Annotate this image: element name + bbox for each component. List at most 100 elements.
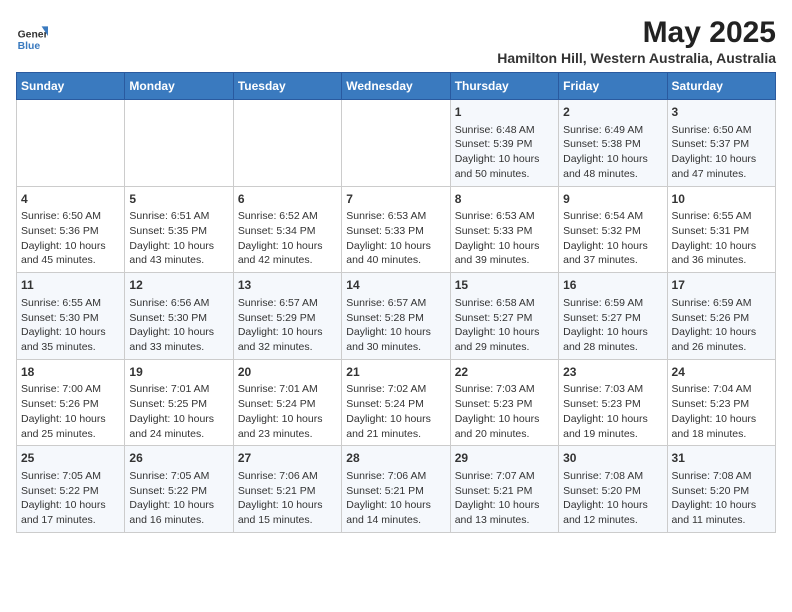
day-info: Daylight: 10 hours and 26 minutes.	[672, 325, 771, 354]
title-area: May 2025 Hamilton Hill, Western Australi…	[497, 16, 776, 66]
day-number: 17	[672, 277, 771, 294]
day-info: Sunset: 5:33 PM	[346, 224, 445, 239]
svg-text:Blue: Blue	[18, 41, 41, 52]
day-number: 27	[238, 450, 337, 467]
day-number: 18	[21, 364, 120, 381]
day-info: Sunrise: 7:08 AM	[563, 469, 662, 484]
day-info: Sunset: 5:20 PM	[672, 484, 771, 499]
day-info: Sunset: 5:30 PM	[129, 311, 228, 326]
day-info: Sunrise: 6:52 AM	[238, 209, 337, 224]
day-info: Daylight: 10 hours and 29 minutes.	[455, 325, 554, 354]
day-info: Sunset: 5:20 PM	[563, 484, 662, 499]
calendar-cell: 20Sunrise: 7:01 AMSunset: 5:24 PMDayligh…	[233, 359, 341, 446]
calendar-cell: 16Sunrise: 6:59 AMSunset: 5:27 PMDayligh…	[559, 273, 667, 360]
day-info: Sunset: 5:23 PM	[563, 397, 662, 412]
day-info: Sunrise: 6:51 AM	[129, 209, 228, 224]
day-info: Sunrise: 7:08 AM	[672, 469, 771, 484]
day-info: Sunset: 5:25 PM	[129, 397, 228, 412]
day-info: Sunrise: 7:07 AM	[455, 469, 554, 484]
column-header-tuesday: Tuesday	[233, 73, 341, 100]
calendar-cell: 11Sunrise: 6:55 AMSunset: 5:30 PMDayligh…	[17, 273, 125, 360]
day-info: Daylight: 10 hours and 45 minutes.	[21, 239, 120, 268]
calendar-cell	[233, 100, 341, 187]
calendar-cell: 13Sunrise: 6:57 AMSunset: 5:29 PMDayligh…	[233, 273, 341, 360]
day-number: 13	[238, 277, 337, 294]
calendar-table: SundayMondayTuesdayWednesdayThursdayFrid…	[16, 72, 776, 533]
calendar-cell: 5Sunrise: 6:51 AMSunset: 5:35 PMDaylight…	[125, 186, 233, 273]
day-info: Sunrise: 7:05 AM	[21, 469, 120, 484]
day-info: Daylight: 10 hours and 43 minutes.	[129, 239, 228, 268]
day-info: Sunrise: 7:01 AM	[129, 382, 228, 397]
day-info: Sunset: 5:22 PM	[21, 484, 120, 499]
day-info: Sunrise: 6:55 AM	[672, 209, 771, 224]
week-row-4: 18Sunrise: 7:00 AMSunset: 5:26 PMDayligh…	[17, 359, 776, 446]
column-header-saturday: Saturday	[667, 73, 775, 100]
calendar-cell: 18Sunrise: 7:00 AMSunset: 5:26 PMDayligh…	[17, 359, 125, 446]
day-number: 21	[346, 364, 445, 381]
calendar-cell: 21Sunrise: 7:02 AMSunset: 5:24 PMDayligh…	[342, 359, 450, 446]
day-number: 29	[455, 450, 554, 467]
calendar-cell: 19Sunrise: 7:01 AMSunset: 5:25 PMDayligh…	[125, 359, 233, 446]
logo: General Blue	[16, 20, 48, 52]
day-info: Sunset: 5:24 PM	[238, 397, 337, 412]
week-row-3: 11Sunrise: 6:55 AMSunset: 5:30 PMDayligh…	[17, 273, 776, 360]
day-info: Sunset: 5:23 PM	[672, 397, 771, 412]
day-info: Sunrise: 7:06 AM	[346, 469, 445, 484]
location-subtitle: Hamilton Hill, Western Australia, Austra…	[497, 50, 776, 66]
day-number: 26	[129, 450, 228, 467]
calendar-cell: 31Sunrise: 7:08 AMSunset: 5:20 PMDayligh…	[667, 446, 775, 533]
day-number: 20	[238, 364, 337, 381]
day-info: Sunrise: 6:59 AM	[563, 296, 662, 311]
day-info: Sunrise: 7:02 AM	[346, 382, 445, 397]
day-info: Sunrise: 6:48 AM	[455, 123, 554, 138]
day-info: Sunrise: 6:59 AM	[672, 296, 771, 311]
week-row-5: 25Sunrise: 7:05 AMSunset: 5:22 PMDayligh…	[17, 446, 776, 533]
day-info: Sunrise: 7:04 AM	[672, 382, 771, 397]
day-info: Sunset: 5:27 PM	[563, 311, 662, 326]
day-info: Daylight: 10 hours and 50 minutes.	[455, 152, 554, 181]
week-row-2: 4Sunrise: 6:50 AMSunset: 5:36 PMDaylight…	[17, 186, 776, 273]
day-info: Daylight: 10 hours and 23 minutes.	[238, 412, 337, 441]
day-info: Daylight: 10 hours and 47 minutes.	[672, 152, 771, 181]
day-info: Daylight: 10 hours and 36 minutes.	[672, 239, 771, 268]
day-number: 15	[455, 277, 554, 294]
day-info: Sunrise: 6:49 AM	[563, 123, 662, 138]
day-info: Sunset: 5:30 PM	[21, 311, 120, 326]
column-header-friday: Friday	[559, 73, 667, 100]
day-info: Sunrise: 6:56 AM	[129, 296, 228, 311]
day-info: Daylight: 10 hours and 17 minutes.	[21, 498, 120, 527]
day-info: Daylight: 10 hours and 12 minutes.	[563, 498, 662, 527]
calendar-cell: 3Sunrise: 6:50 AMSunset: 5:37 PMDaylight…	[667, 100, 775, 187]
column-header-sunday: Sunday	[17, 73, 125, 100]
column-header-monday: Monday	[125, 73, 233, 100]
day-info: Sunrise: 7:06 AM	[238, 469, 337, 484]
day-info: Sunset: 5:29 PM	[238, 311, 337, 326]
day-info: Sunset: 5:38 PM	[563, 137, 662, 152]
calendar-cell: 14Sunrise: 6:57 AMSunset: 5:28 PMDayligh…	[342, 273, 450, 360]
day-number: 25	[21, 450, 120, 467]
day-number: 12	[129, 277, 228, 294]
day-info: Sunrise: 6:57 AM	[346, 296, 445, 311]
day-info: Sunset: 5:24 PM	[346, 397, 445, 412]
day-info: Sunrise: 6:50 AM	[672, 123, 771, 138]
calendar-cell: 9Sunrise: 6:54 AMSunset: 5:32 PMDaylight…	[559, 186, 667, 273]
day-info: Sunrise: 7:03 AM	[563, 382, 662, 397]
day-info: Sunrise: 6:58 AM	[455, 296, 554, 311]
calendar-cell	[17, 100, 125, 187]
day-info: Sunrise: 7:01 AM	[238, 382, 337, 397]
day-info: Sunset: 5:21 PM	[238, 484, 337, 499]
day-info: Daylight: 10 hours and 11 minutes.	[672, 498, 771, 527]
calendar-cell: 1Sunrise: 6:48 AMSunset: 5:39 PMDaylight…	[450, 100, 558, 187]
calendar-cell: 4Sunrise: 6:50 AMSunset: 5:36 PMDaylight…	[17, 186, 125, 273]
day-number: 19	[129, 364, 228, 381]
day-info: Sunset: 5:22 PM	[129, 484, 228, 499]
day-number: 23	[563, 364, 662, 381]
calendar-cell: 23Sunrise: 7:03 AMSunset: 5:23 PMDayligh…	[559, 359, 667, 446]
day-info: Daylight: 10 hours and 39 minutes.	[455, 239, 554, 268]
calendar-cell: 26Sunrise: 7:05 AMSunset: 5:22 PMDayligh…	[125, 446, 233, 533]
day-info: Daylight: 10 hours and 15 minutes.	[238, 498, 337, 527]
calendar-cell: 29Sunrise: 7:07 AMSunset: 5:21 PMDayligh…	[450, 446, 558, 533]
day-info: Sunrise: 7:05 AM	[129, 469, 228, 484]
calendar-cell	[125, 100, 233, 187]
header-row: SundayMondayTuesdayWednesdayThursdayFrid…	[17, 73, 776, 100]
